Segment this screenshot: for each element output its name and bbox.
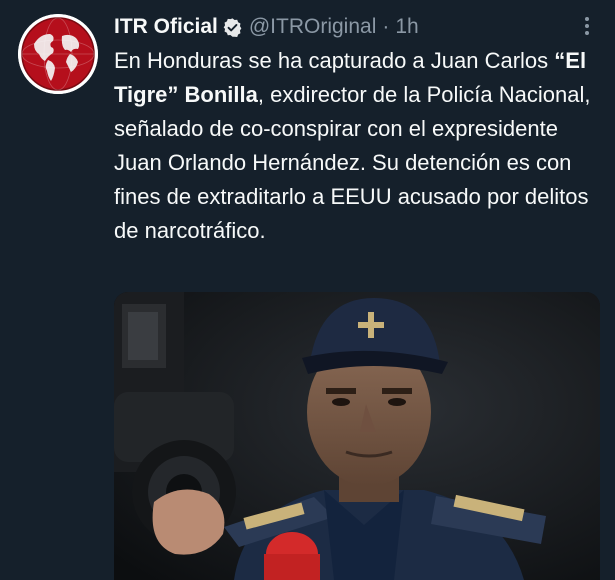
avatar[interactable] [18,14,98,94]
tweet-header: ITR Oficial @ITROriginal · 1h [114,12,419,42]
tweet[interactable]: ITR Oficial @ITROriginal · 1h En Hondura… [0,0,615,580]
separator-dot: · [382,15,390,38]
tweet-timestamp[interactable]: 1h [395,15,418,39]
more-options-icon[interactable] [575,14,599,38]
verified-badge-icon [222,17,243,38]
photo-police-officer [114,292,600,580]
tweet-media-image[interactable] [114,292,600,580]
tweet-text: En Honduras se ha capturado a Juan Carlo… [114,44,600,248]
globe-logo-icon [18,14,98,94]
tweet-text-bold: Bonilla [184,82,258,107]
author-name[interactable]: ITR Oficial [114,15,218,39]
tweet-text-segment: En Honduras se ha capturado a Juan Carlo… [114,48,555,73]
author-handle[interactable]: @ITROriginal [249,15,377,39]
